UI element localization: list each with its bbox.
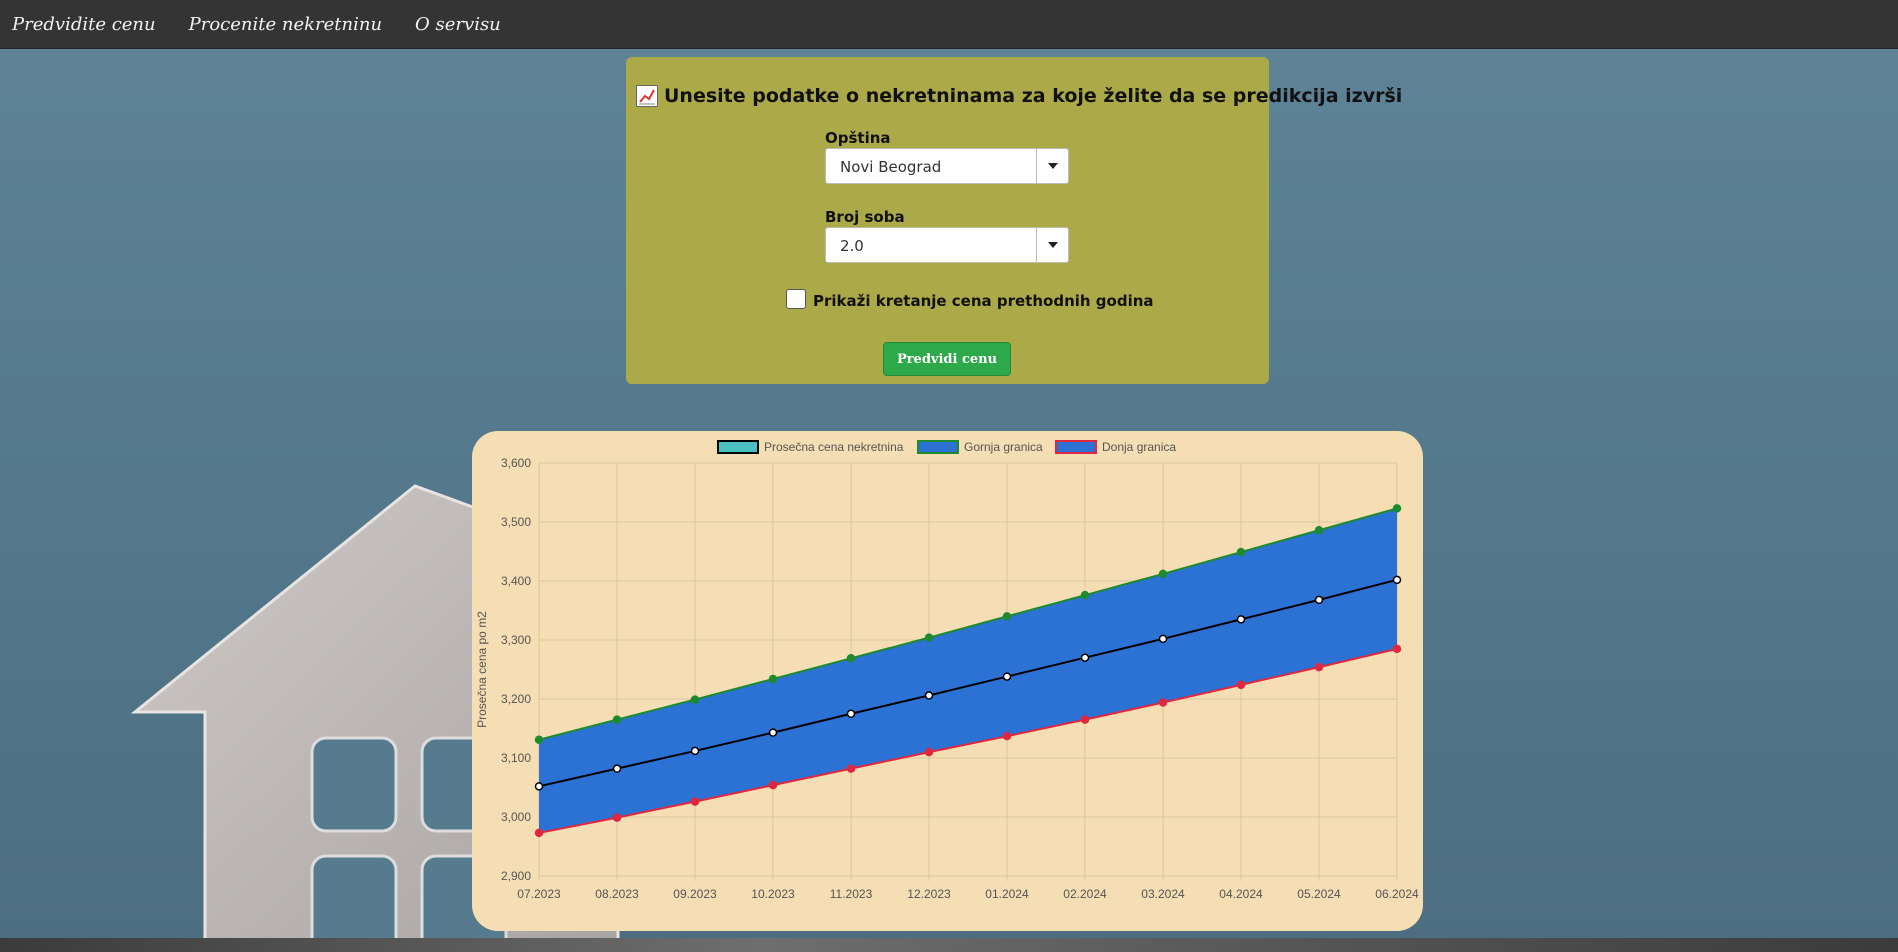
- lower-bound-point: [1158, 698, 1168, 707]
- rooms-select[interactable]: 2.0: [825, 227, 1069, 263]
- upper-bound-point: [924, 633, 934, 642]
- lower-bound-point: [1002, 731, 1012, 741]
- average-price-point: [1392, 575, 1402, 585]
- upper-bound-point: [1314, 526, 1324, 535]
- y-tick-label: 3,400: [501, 574, 531, 588]
- predict-price-button[interactable]: Predvidi cenu: [883, 342, 1011, 376]
- caret-down-icon: [1047, 242, 1058, 248]
- x-tick-label: 02.2024: [1063, 887, 1107, 901]
- x-tick-label: 10.2023: [751, 887, 795, 901]
- form-title-text: Unesite podatke o nekretninama za koje ž…: [664, 85, 1403, 107]
- x-tick-label: 04.2024: [1219, 887, 1263, 901]
- upper-bound-point: [690, 695, 700, 704]
- lower-bound-point: [1236, 680, 1246, 690]
- x-tick-label: 06.2024: [1375, 887, 1419, 901]
- average-price-point: [846, 709, 856, 718]
- legend-swatch-upper: [917, 440, 959, 454]
- x-tick-label: 08.2023: [595, 887, 639, 901]
- x-tick-label: 11.2023: [830, 887, 873, 901]
- average-price-point: [768, 728, 778, 737]
- lower-bound-point: [846, 764, 856, 773]
- average-price-point: [690, 746, 700, 756]
- average-price-point: [924, 691, 934, 700]
- y-tick-label: 3,600: [501, 456, 531, 470]
- form-title: Unesite podatke o nekretninama za koje ž…: [636, 85, 1402, 107]
- y-tick-label: 3,000: [501, 810, 531, 824]
- lower-bound-point: [924, 747, 934, 757]
- average-price-point: [534, 782, 544, 791]
- legend-label-lower: Donja granica: [1102, 440, 1176, 454]
- rooms-label: Broj soba: [825, 208, 905, 226]
- lower-bound-point: [1314, 662, 1324, 672]
- rooms-value: 2.0: [840, 237, 864, 255]
- legend-label-upper: Gornja granica: [964, 440, 1043, 454]
- x-tick-label: 03.2024: [1141, 887, 1185, 901]
- upper-bound-point: [768, 674, 778, 684]
- rooms-dropdown-button[interactable]: [1036, 228, 1068, 262]
- lower-bound-point: [612, 813, 622, 822]
- y-tick-label: 3,300: [501, 633, 531, 647]
- x-tick-label: 12.2023: [907, 887, 951, 901]
- x-tick-label: 01.2024: [985, 887, 1029, 901]
- municipality-label: Opština: [825, 129, 891, 147]
- municipality-dropdown-button[interactable]: [1036, 149, 1068, 183]
- upper-bound-point: [1392, 504, 1402, 513]
- caret-down-icon: [1047, 163, 1058, 169]
- lower-bound-point: [768, 780, 778, 790]
- upper-bound-point: [846, 654, 856, 663]
- legend-label-average: Prosečna cena nekretnina: [764, 440, 904, 454]
- background-coins: [0, 938, 1898, 952]
- y-tick-label: 3,100: [501, 751, 531, 765]
- y-tick-label: 3,200: [501, 692, 531, 706]
- y-tick-label: 2,900: [501, 869, 531, 883]
- confidence-band: [539, 508, 1397, 833]
- upper-bound-point: [612, 715, 622, 724]
- chart-trend-icon: [636, 85, 658, 107]
- history-checkbox-label[interactable]: Prikaži kretanje cena prethodnih godina: [813, 292, 1154, 310]
- average-price-point: [612, 764, 622, 773]
- price-chart-card: 2,900 3,000 3,100 3,200 3,300 3,400 3,500 3,600…: [472, 431, 1423, 931]
- x-tick-label: 07.2023: [517, 887, 561, 901]
- upper-bound-point: [1236, 547, 1246, 557]
- lower-bound-point: [1392, 644, 1402, 654]
- municipality-select[interactable]: Novi Beograd: [825, 148, 1069, 184]
- average-price-point: [1314, 595, 1324, 605]
- upper-bound-point: [1158, 569, 1168, 579]
- y-tick-label: 3,500: [501, 515, 531, 529]
- average-price-point: [1080, 653, 1090, 662]
- upper-bound-point: [1080, 590, 1090, 600]
- upper-bound-point: [1002, 612, 1012, 621]
- x-tick-label: 09.2023: [673, 887, 717, 901]
- legend-swatch-lower: [1055, 440, 1097, 454]
- history-checkbox[interactable]: [786, 289, 806, 309]
- upper-bound-point: [534, 735, 544, 744]
- x-tick-label: 05.2024: [1297, 887, 1341, 901]
- y-axis-label: Prosečna cena po m2: [475, 611, 489, 728]
- municipality-value: Novi Beograd: [840, 158, 942, 176]
- legend-swatch-average: [717, 440, 759, 454]
- lower-bound-point: [690, 797, 700, 806]
- lower-bound-point: [1080, 715, 1090, 724]
- average-price-point: [1236, 615, 1246, 624]
- price-chart: 2,900 3,000 3,100 3,200 3,300 3,400 3,500 3,600…: [475, 440, 1419, 901]
- prediction-form: Unesite podatke o nekretninama za koje ž…: [626, 57, 1402, 384]
- average-price-point: [1158, 634, 1168, 644]
- lower-bound-point: [534, 828, 544, 838]
- average-price-point: [1002, 672, 1012, 681]
